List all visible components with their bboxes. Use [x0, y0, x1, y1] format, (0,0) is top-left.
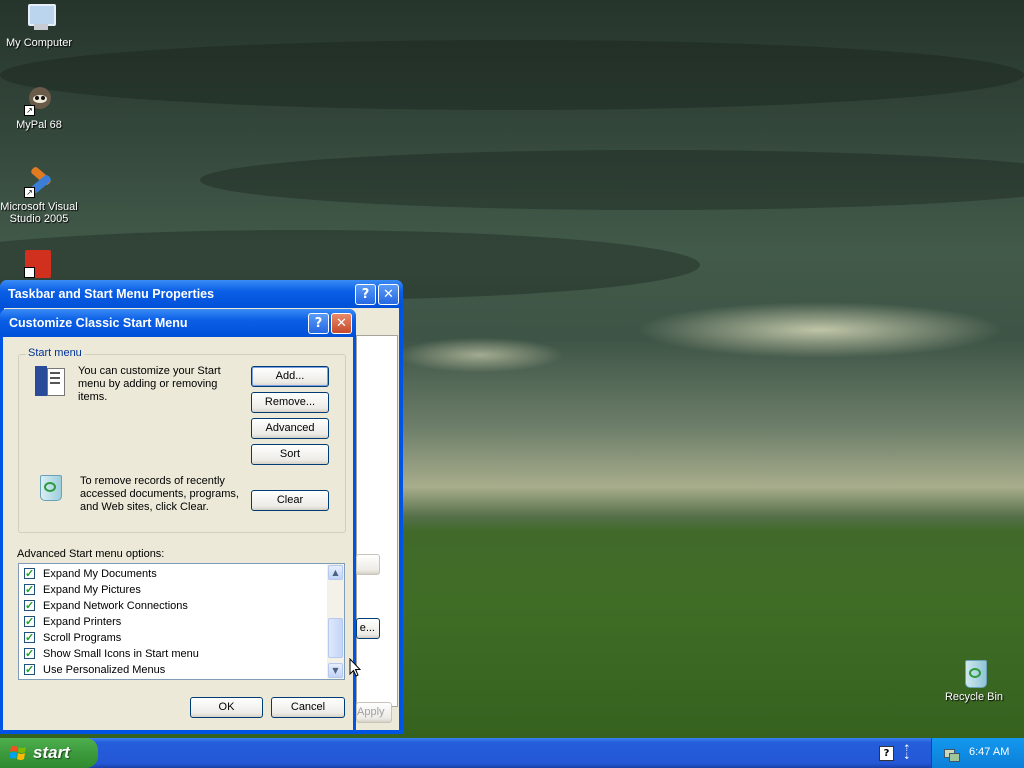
network-icon[interactable]	[944, 746, 960, 762]
intro-text-line: items.	[78, 391, 108, 403]
ok-button[interactable]: OK	[190, 697, 263, 718]
options-label: Advanced Start menu options:	[17, 548, 165, 560]
customize-button-partial[interactable]	[356, 554, 380, 575]
checkbox[interactable]	[24, 582, 35, 598]
vertical-scrollbar[interactable]: ▲ ▼	[327, 564, 344, 679]
shortcut-arrow-icon: ↗	[24, 105, 35, 116]
help-icon: ?	[361, 287, 370, 302]
list-item[interactable]: Show Small Icons in Start menu	[19, 646, 327, 662]
mypal-icon: ↗	[22, 84, 56, 116]
desktop-icon-label: Studio 2005	[9, 213, 69, 225]
advanced-button[interactable]: Advanced	[251, 418, 329, 439]
scroll-thumb[interactable]	[328, 618, 343, 658]
clear-text-line: and Web sites, click Clear.	[80, 501, 209, 513]
taskbar: start ? ⇡ ⇣ 6:47 AM	[0, 738, 1024, 768]
sort-button[interactable]: Sort	[251, 444, 329, 465]
help-button[interactable]: ?	[308, 313, 329, 334]
start-label: start	[33, 743, 70, 762]
close-button[interactable]: ✕	[378, 284, 399, 305]
list-item[interactable]: Scroll Programs	[19, 630, 327, 646]
checkbox[interactable]	[24, 614, 35, 630]
recycle-bin-icon	[957, 656, 991, 688]
scroll-down-button[interactable]: ▼	[328, 663, 343, 678]
system-tray: 6:47 AM	[931, 738, 1024, 768]
clear-button[interactable]: Clear	[251, 490, 329, 511]
vjsharp-icon[interactable]	[24, 250, 51, 278]
advanced-options-list[interactable]: Expand My Documents Expand My Pictures E…	[18, 563, 345, 680]
tray-expand-icon[interactable]: ⇡ ⇣	[903, 745, 913, 762]
desktop-icon-label: MyPal 68	[16, 119, 62, 131]
dialog-body: Start menu You can customize your Start …	[3, 337, 353, 730]
remove-button[interactable]: Remove...	[251, 392, 329, 413]
cancel-button[interactable]: Cancel	[271, 697, 345, 718]
start-button[interactable]: start	[0, 738, 98, 768]
help-button[interactable]: ?	[355, 284, 376, 305]
list-item[interactable]: Expand My Documents	[19, 566, 327, 582]
desktop-icon-recycle-bin[interactable]: Recycle Bin	[934, 656, 1014, 703]
windows-flag-icon	[10, 746, 26, 760]
window-title: Taskbar and Start Menu Properties	[0, 280, 403, 308]
clear-text-line: To remove records of recently	[80, 475, 225, 487]
apply-button[interactable]: Apply	[356, 702, 392, 723]
close-icon: ✕	[336, 316, 347, 331]
option-label: Use Personalized Menus	[43, 664, 166, 676]
option-label: Scroll Programs	[43, 632, 122, 644]
help-icon: ?	[314, 316, 323, 331]
option-label: Expand Printers	[43, 616, 122, 628]
visual-studio-icon: ↗	[22, 165, 56, 198]
checkbox[interactable]	[24, 662, 35, 678]
recycle-bin-icon	[38, 473, 64, 501]
scroll-up-button[interactable]: ▲	[328, 565, 343, 580]
help-tray-icon[interactable]: ?	[879, 746, 894, 761]
group-label: Start menu	[26, 347, 84, 359]
checkbox[interactable]	[24, 630, 35, 646]
desktop-icon-label: Recycle Bin	[944, 691, 1004, 703]
list-item[interactable]: Expand My Pictures	[19, 582, 327, 598]
chevron-down-icon: ▼	[332, 666, 339, 675]
intro-text-line: You can customize your Start	[78, 365, 221, 377]
list-item[interactable]: Expand Network Connections	[19, 598, 327, 614]
chevron-up-icon: ▲	[332, 568, 339, 577]
list-item[interactable]: Expand Printers	[19, 614, 327, 630]
option-label: Show Small Icons in Start menu	[43, 648, 199, 660]
desktop-icon-label: My Computer	[5, 37, 73, 49]
customize-classic-start-menu-dialog: Customize Classic Start Menu ? ✕ Start m…	[0, 309, 356, 733]
customize-button-partial[interactable]: e...	[356, 618, 380, 639]
option-label: Expand Network Connections	[43, 600, 188, 612]
desktop-icon-visual-studio[interactable]: ↗ Microsoft Visual Studio 2005	[0, 165, 79, 225]
list-item[interactable]: Use Personalized Menus	[19, 662, 327, 678]
tab-panel	[356, 335, 398, 707]
checkbox[interactable]	[24, 598, 35, 614]
option-label: Expand My Pictures	[43, 584, 141, 596]
close-button[interactable]: ✕	[331, 313, 352, 334]
cloud-shape	[200, 150, 1024, 210]
desktop-icon-mypal[interactable]: ↗ MyPal 68	[0, 84, 79, 131]
dialog-title: Customize Classic Start Menu	[0, 309, 356, 337]
intro-text-line: menu by adding or removing	[78, 378, 218, 390]
checkbox[interactable]	[24, 566, 35, 582]
add-button[interactable]: Add...	[251, 366, 329, 387]
mouse-pointer-icon	[349, 658, 361, 677]
options-items: Expand My Documents Expand My Pictures E…	[19, 564, 327, 679]
shortcut-arrow-icon: ↗	[24, 187, 35, 198]
shortcut-arrow-icon	[24, 267, 35, 278]
my-computer-icon	[22, 2, 56, 34]
checkbox[interactable]	[24, 646, 35, 662]
cloud-shape	[0, 40, 1024, 110]
start-menu-icon	[35, 366, 67, 396]
desktop-icon-my-computer[interactable]: My Computer	[0, 2, 79, 49]
start-menu-group: Start menu You can customize your Start …	[18, 347, 346, 533]
clock[interactable]: 6:47 AM	[969, 746, 1009, 758]
desktop-icon-label: Microsoft Visual	[0, 201, 78, 213]
clear-text-line: accessed documents, programs,	[80, 488, 239, 500]
option-label: Expand My Documents	[43, 568, 157, 580]
close-icon: ✕	[383, 287, 394, 302]
